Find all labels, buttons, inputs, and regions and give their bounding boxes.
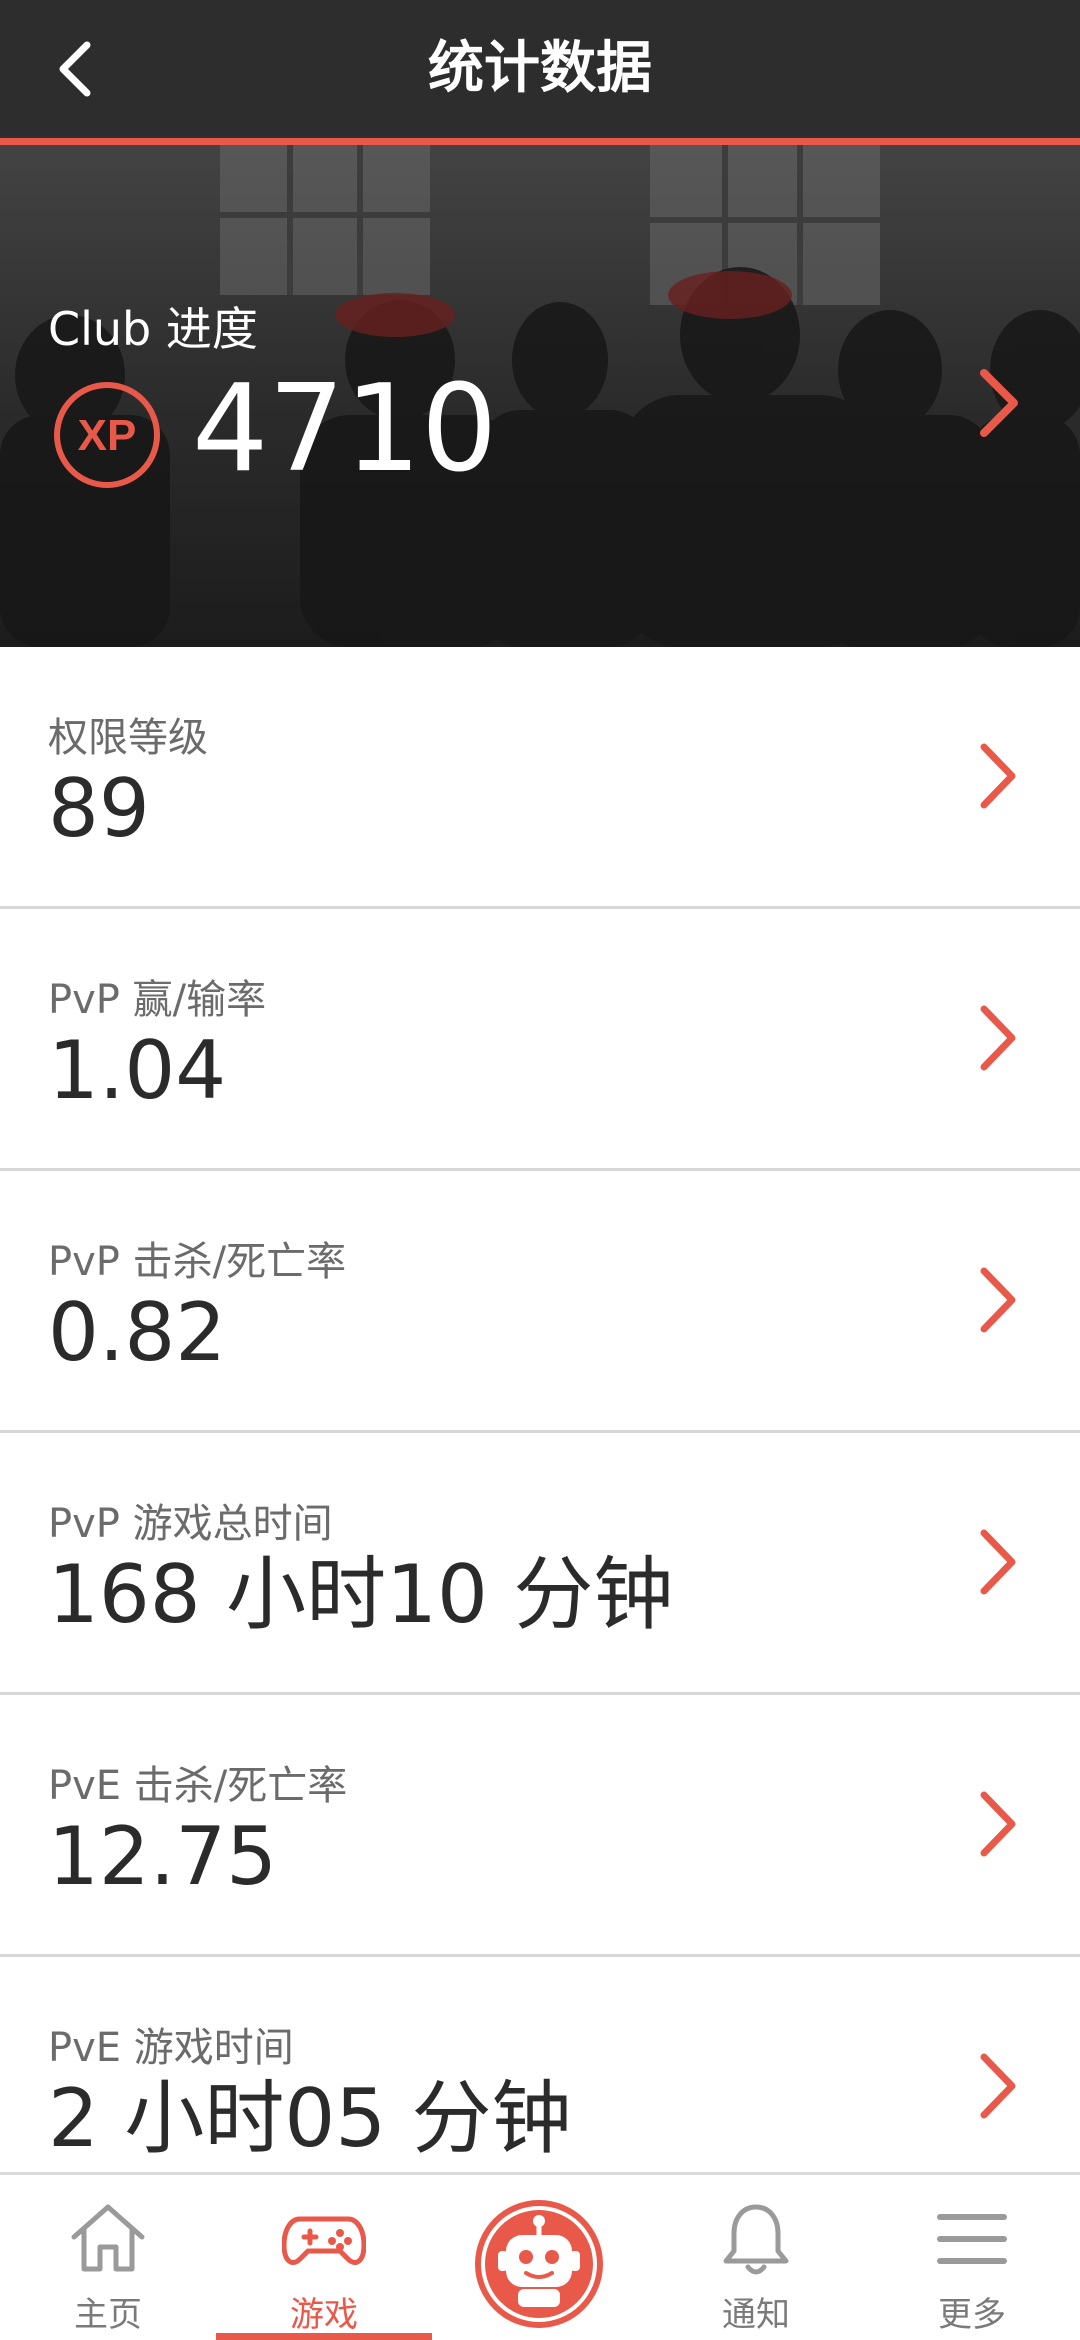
header-accent-line — [0, 138, 1080, 145]
xp-icon: XP — [54, 382, 160, 488]
club-progress-card[interactable]: Club 进度 XP 4710 — [0, 145, 1080, 647]
stat-value: 2 小时05 分钟 — [48, 2072, 572, 2165]
stat-label: PvE 击杀/死亡率 — [48, 1763, 348, 1809]
stat-label: PvP 游戏总时间 — [48, 1501, 333, 1547]
stat-value: 12.75 — [48, 1810, 278, 1903]
active-tab-indicator — [216, 2333, 432, 2340]
nav-label-games: 游戏 — [290, 2295, 358, 2335]
nav-item-more[interactable]: 更多 — [864, 2175, 1080, 2340]
back-button[interactable] — [40, 28, 110, 110]
chevron-right-icon — [980, 369, 1018, 437]
chevron-right-icon — [980, 1005, 1016, 1071]
page-title: 统计数据 — [428, 36, 652, 101]
home-icon — [71, 2204, 145, 2272]
nav-label-more: 更多 — [938, 2295, 1006, 2335]
stat-value: 89 — [48, 762, 150, 855]
chevron-right-icon — [980, 1791, 1016, 1857]
stat-value: 1.04 — [48, 1024, 227, 1117]
nav-label-notifications: 通知 — [722, 2295, 790, 2335]
stat-row-pvp-total-time[interactable]: PvP 游戏总时间 168 小时10 分钟 — [0, 1433, 1080, 1695]
nav-item-notifications[interactable]: 通知 — [648, 2175, 864, 2340]
nav-item-games[interactable]: 游戏 — [216, 2175, 432, 2340]
club-xp-value: 4710 — [192, 360, 498, 499]
menu-icon — [937, 2214, 1007, 2264]
stat-value: 168 小时10 分钟 — [48, 1548, 674, 1641]
robot-icon[interactable] — [472, 2197, 606, 2331]
club-progress-label: Club 进度 — [48, 302, 258, 356]
stat-label: PvP 赢/输率 — [48, 977, 267, 1023]
stat-value: 0.82 — [48, 1286, 227, 1379]
chevron-right-icon — [980, 1529, 1016, 1595]
gamepad-icon — [282, 2216, 366, 2265]
chevron-right-icon — [980, 2053, 1016, 2119]
bell-icon — [723, 2204, 789, 2275]
top-bar: 统计数据 — [0, 0, 1080, 138]
stat-row-pvp-win-loss[interactable]: PvP 赢/输率 1.04 — [0, 909, 1080, 1171]
chevron-right-icon — [980, 743, 1016, 809]
stat-label: PvE 游戏时间 — [48, 2025, 294, 2071]
bottom-navigation: 主页 游戏 通知 更多 — [0, 2172, 1080, 2340]
stat-row-rank-level[interactable]: 权限等级 89 — [0, 647, 1080, 909]
stats-list: 权限等级 89 PvP 赢/输率 1.04 PvP 击杀/死亡率 0.82 Pv… — [0, 647, 1080, 2219]
stat-row-pve-kill-death[interactable]: PvE 击杀/死亡率 12.75 — [0, 1695, 1080, 1957]
chevron-right-icon — [980, 1267, 1016, 1333]
hero-background-image — [0, 145, 1080, 647]
stat-row-pvp-kill-death[interactable]: PvP 击杀/死亡率 0.82 — [0, 1171, 1080, 1433]
stat-label: PvP 击杀/死亡率 — [48, 1239, 347, 1285]
nav-item-home[interactable]: 主页 — [0, 2175, 216, 2340]
chevron-left-icon — [59, 41, 91, 97]
stat-label: 权限等级 — [48, 715, 208, 761]
nav-label-home: 主页 — [74, 2295, 142, 2335]
xp-badge-text: XP — [78, 411, 137, 460]
